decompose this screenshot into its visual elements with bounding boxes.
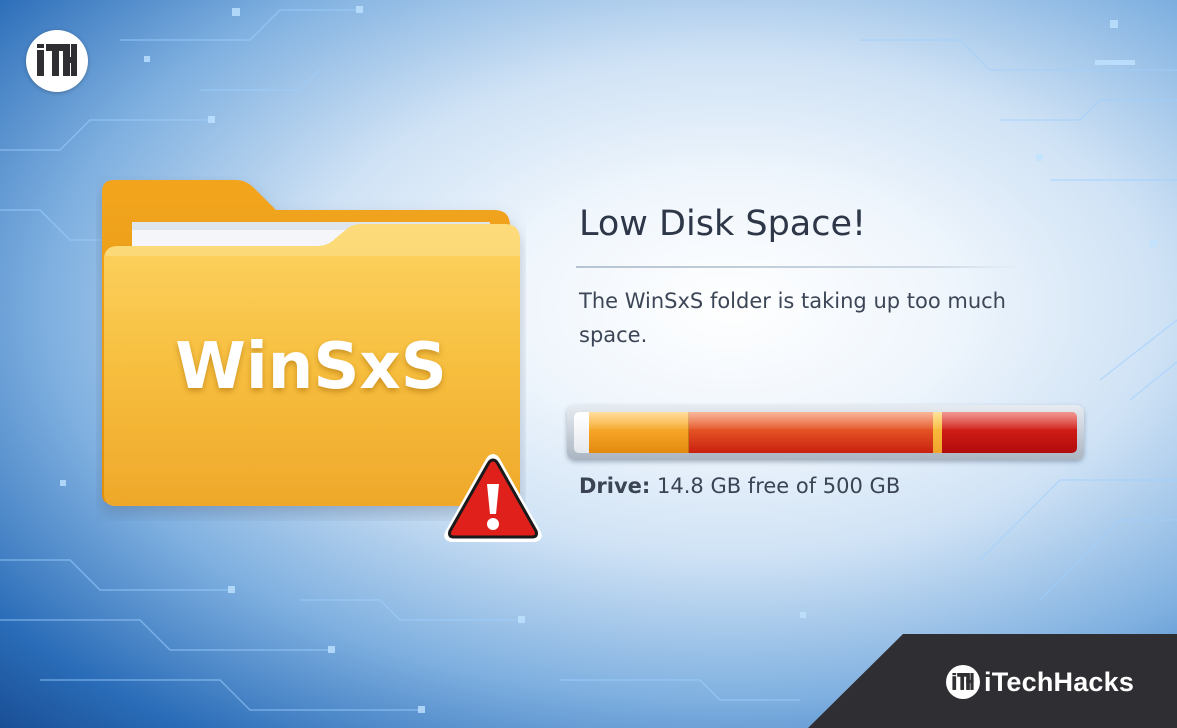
warning-triangle-icon <box>444 454 542 542</box>
brand-logo: iTechHacks <box>946 664 1134 700</box>
alert-description: The WinSxS folder is taking up too much … <box>579 289 1006 347</box>
title-divider <box>576 266 1022 268</box>
brand-name: iTechHacks <box>984 666 1135 697</box>
folder-label: WinSxS <box>175 330 447 404</box>
bar-gloss <box>574 412 1077 429</box>
drive-free-text: 14.8 GB free of 500 GB <box>657 474 901 498</box>
disk-usage-track <box>574 412 1077 453</box>
disk-usage-bar <box>567 405 1084 460</box>
drive-label: Drive: <box>579 474 651 498</box>
itechhacks-logo <box>26 30 88 92</box>
drive-info: Drive: 14.8 GB free of 500 GB <box>579 474 900 498</box>
alert-title: Low Disk Space! <box>579 204 867 244</box>
ith-logo-mark <box>37 44 77 76</box>
brand-mark-icon <box>946 665 980 699</box>
